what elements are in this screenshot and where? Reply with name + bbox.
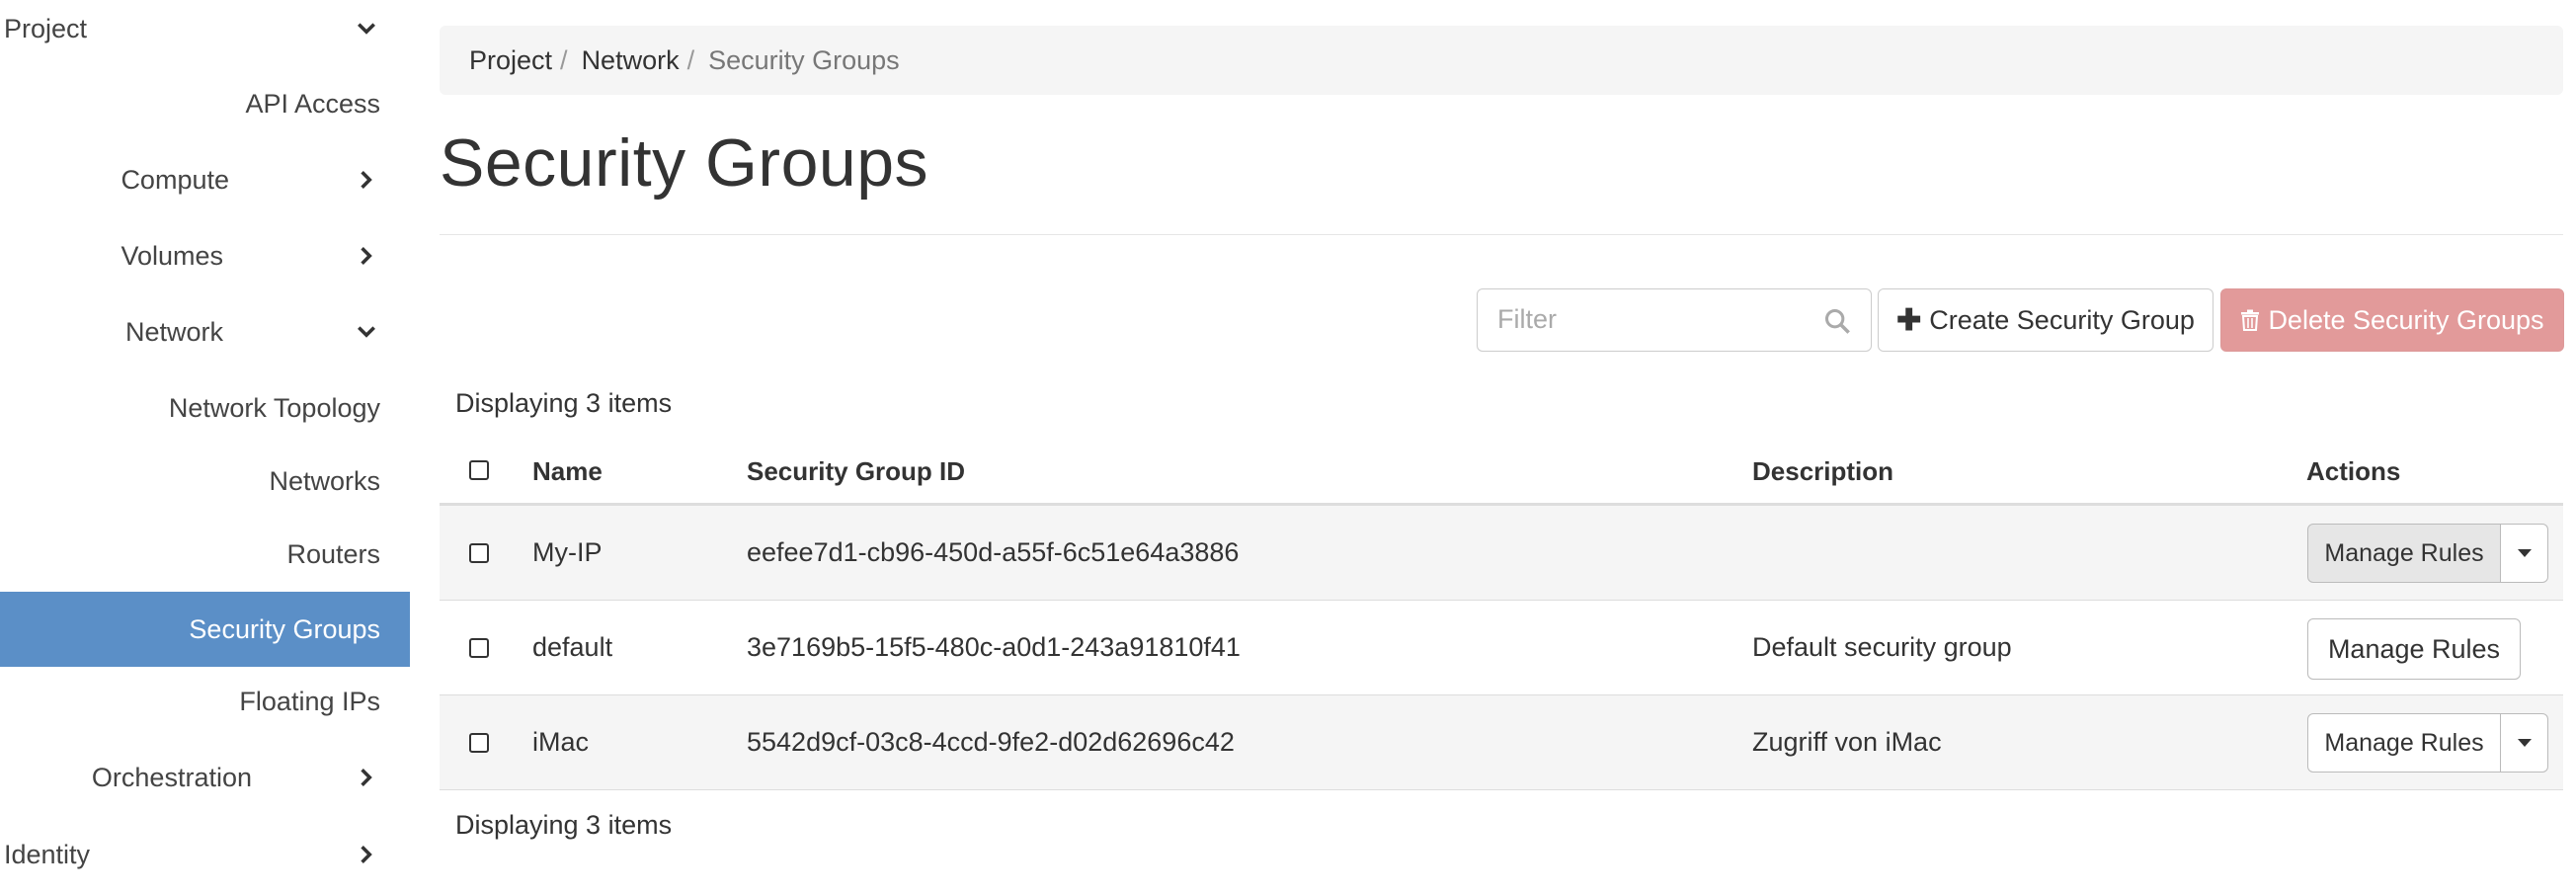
- sidebar-item-identity[interactable]: Identity: [0, 818, 410, 891]
- row-security-group-id: eefee7d1-cb96-450d-a55f-6c51e64a3886: [747, 537, 1240, 567]
- caret-down-icon: [2517, 739, 2532, 747]
- manage-rules-button[interactable]: Manage Rules: [2307, 618, 2521, 680]
- sidebar-item-label: Security Groups: [189, 613, 380, 644]
- sidebar-item-networks[interactable]: Networks: [0, 445, 410, 518]
- row-description: Default security group: [1752, 632, 2012, 662]
- delete-security-groups-button[interactable]: Delete Security Groups: [2220, 288, 2564, 352]
- sidebar-item-label: Identity: [4, 839, 91, 869]
- row-security-group-id: 3e7169b5-15f5-480c-a0d1-243a91810f41: [747, 632, 1241, 662]
- sidebar-item-volumes[interactable]: Volumes: [0, 219, 410, 292]
- manage-rules-button[interactable]: Manage Rules: [2307, 524, 2501, 583]
- sidebar-item-label: Volumes: [121, 240, 223, 271]
- sidebar-item-security-groups[interactable]: Security Groups: [0, 592, 410, 667]
- row-name: default: [532, 632, 613, 662]
- row-name: My-IP: [532, 537, 603, 567]
- chevron-right-icon: [353, 841, 380, 868]
- sidebar-item-label: Network Topology: [168, 392, 380, 423]
- breadcrumb: Project / Network / Security Groups: [440, 26, 2563, 95]
- breadcrumb-current: Security Groups: [708, 44, 900, 75]
- table-row: default 3e7169b5-15f5-480c-a0d1-243a9181…: [440, 601, 2563, 695]
- sidebar-item-floating-ips[interactable]: Floating IPs: [0, 665, 410, 738]
- chevron-down-icon: [353, 318, 380, 346]
- breadcrumb-project[interactable]: Project: [469, 45, 552, 76]
- title-divider: [440, 234, 2563, 235]
- actions-dropdown-toggle[interactable]: [2501, 524, 2548, 583]
- sidebar-item-api-access[interactable]: API Access: [0, 67, 410, 140]
- sidebar-item-label: Orchestration: [91, 762, 252, 792]
- select-all-checkbox[interactable]: [469, 460, 489, 480]
- sidebar-item-label: API Access: [245, 88, 380, 119]
- filter-field[interactable]: [1477, 288, 1872, 352]
- sidebar-item-label: Routers: [286, 538, 380, 569]
- sidebar-item-label: Network: [124, 316, 223, 347]
- create-security-group-label: Create Security Group: [1929, 304, 2195, 335]
- breadcrumb-separator: /: [686, 44, 695, 75]
- table-header: Name Security Group ID Description Actio…: [440, 435, 2563, 506]
- sidebar-item-label: Compute: [121, 164, 229, 195]
- delete-security-groups-label: Delete Security Groups: [2268, 304, 2544, 335]
- sidebar-item-orchestration[interactable]: Orchestration: [0, 741, 410, 814]
- breadcrumb-network[interactable]: Network: [582, 45, 680, 76]
- chevron-down-icon: [353, 15, 380, 42]
- search-icon[interactable]: [1823, 307, 1851, 335]
- row-checkbox[interactable]: [469, 638, 489, 658]
- item-count-top: Displaying 3 items: [455, 388, 673, 418]
- manage-rules-split-button: Manage Rules: [2307, 524, 2548, 583]
- sidebar-item-network-topology[interactable]: Network Topology: [0, 371, 410, 445]
- row-security-group-id: 5542d9cf-03c8-4ccd-9fe2-d02d62696c42: [747, 727, 1235, 757]
- row-name: iMac: [532, 727, 590, 757]
- sidebar-item-label: Floating IPs: [239, 686, 380, 716]
- sidebar-item-routers[interactable]: Routers: [0, 518, 410, 591]
- table-row: iMac 5542d9cf-03c8-4ccd-9fe2-d02d62696c4…: [440, 695, 2563, 790]
- sidebar-item-network[interactable]: Network: [0, 295, 410, 368]
- column-header-name[interactable]: Name: [532, 456, 603, 487]
- sidebar-item-label: Networks: [269, 465, 380, 496]
- actions-dropdown-toggle[interactable]: [2501, 713, 2548, 773]
- caret-down-icon: [2517, 549, 2532, 557]
- table-row: My-IP eefee7d1-cb96-450d-a55f-6c51e64a38…: [440, 506, 2563, 601]
- row-description: Zugriff von iMac: [1752, 727, 1942, 757]
- sidebar: Project API Access Compute Volumes Netwo…: [0, 0, 410, 895]
- create-security-group-button[interactable]: ✚ Create Security Group: [1878, 288, 2214, 352]
- item-count-bottom: Displaying 3 items: [455, 810, 673, 840]
- plus-icon: ✚: [1896, 303, 1922, 337]
- filter-input[interactable]: [1478, 289, 1804, 349]
- sidebar-item-project[interactable]: Project: [0, 0, 410, 65]
- sidebar-item-compute[interactable]: Compute: [0, 143, 410, 216]
- sidebar-item-label: Project: [4, 13, 88, 43]
- row-checkbox[interactable]: [469, 543, 489, 563]
- manage-rules-button[interactable]: Manage Rules: [2307, 713, 2501, 773]
- page-title: Security Groups: [440, 125, 929, 201]
- chevron-right-icon: [353, 166, 380, 194]
- breadcrumb-separator: /: [560, 44, 568, 75]
- row-checkbox[interactable]: [469, 733, 489, 753]
- chevron-right-icon: [353, 764, 380, 791]
- chevron-right-icon: [353, 242, 380, 270]
- column-header-description[interactable]: Description: [1752, 456, 1893, 487]
- column-header-security-group-id[interactable]: Security Group ID: [747, 456, 965, 487]
- trash-icon: [2241, 309, 2260, 331]
- manage-rules-split-button: Manage Rules: [2307, 713, 2548, 773]
- column-header-actions: Actions: [2306, 456, 2401, 486]
